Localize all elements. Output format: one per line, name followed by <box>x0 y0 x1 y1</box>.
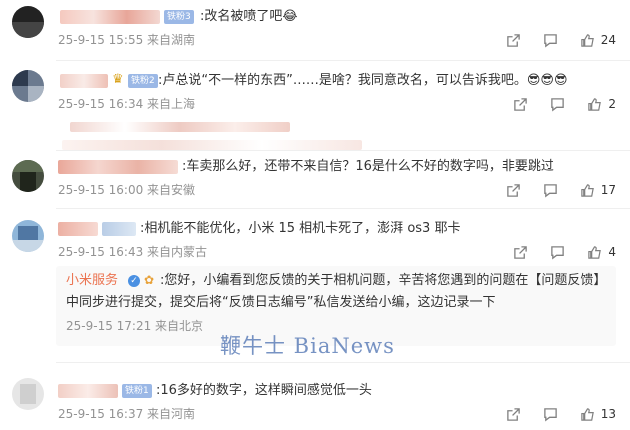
like-count: 4 <box>608 245 616 259</box>
avatar[interactable] <box>12 160 44 192</box>
like-button[interactable]: 17 <box>580 183 616 198</box>
comment-item: ♛ 铁粉2 :卢总说“不一样的东西”……是啥？我同意改名，可以告诉我吧。😎😎😎 … <box>0 60 630 150</box>
comment-text: :相机能不能优化，小米 15 相机卡死了，澎湃 os3 耶卡 <box>140 221 461 236</box>
comment-icon <box>551 245 565 259</box>
username-blurred[interactable] <box>58 384 118 398</box>
comment-item: 铁粉3 :改名被喷了吧😂 25-9-15 15:55 来自湖南 24 <box>0 0 630 60</box>
comment-meta: 25-9-15 15:55 来自湖南 <box>58 33 196 47</box>
like-button[interactable]: 2 <box>587 97 616 112</box>
username-blurred[interactable] <box>60 10 160 24</box>
comment-meta: 25-9-15 16:00 来自安徽 <box>58 183 196 197</box>
username-blurred[interactable] <box>102 222 136 236</box>
reply-author[interactable]: 小米服务 <box>66 272 118 290</box>
share-button[interactable] <box>513 245 528 260</box>
comment-meta: 25-9-15 16:37 来自河南 <box>58 407 196 421</box>
like-count: 13 <box>600 407 616 421</box>
comment-text: :车卖那么好，还带不来自信？16是什么不好的数字吗，非要跳过 <box>182 159 554 174</box>
username-blurred[interactable] <box>60 74 108 88</box>
comment-actions: 2 <box>491 96 616 112</box>
username-blurred[interactable] <box>58 160 178 174</box>
comment-icon <box>543 183 557 197</box>
share-icon <box>514 245 528 259</box>
fan-emblem-icon: ✿ <box>144 273 155 287</box>
comment-meta: 25-9-15 16:34 来自上海 <box>58 97 196 111</box>
comment-icon <box>543 407 557 421</box>
share-button[interactable] <box>513 97 528 112</box>
comment-meta: 25-9-15 16:43 来自内蒙古 <box>58 245 208 259</box>
fan-badge: 铁粉2 <box>128 74 158 88</box>
share-icon <box>506 33 520 47</box>
like-button[interactable]: 13 <box>580 407 616 422</box>
like-icon <box>580 183 594 197</box>
verified-icon: ✓ <box>128 275 140 287</box>
avatar[interactable] <box>12 70 44 102</box>
like-count: 24 <box>600 33 616 47</box>
like-count: 17 <box>600 183 616 197</box>
share-button[interactable] <box>506 407 521 422</box>
share-icon <box>506 407 520 421</box>
comment-actions: 4 <box>491 244 616 260</box>
comment-button[interactable] <box>543 407 558 422</box>
comment-icon <box>543 33 557 47</box>
comment-text: :改名被喷了吧😂 <box>200 9 298 24</box>
like-icon <box>588 245 602 259</box>
share-icon <box>514 97 528 111</box>
comment-actions: 24 <box>484 32 616 48</box>
fan-badge: 铁粉1 <box>122 384 152 398</box>
avatar[interactable] <box>12 220 44 252</box>
fan-badge: 铁粉3 <box>164 10 194 24</box>
comment-item: 铁粉1 :16多好的数字，这样瞬间感觉低一头 25-9-15 16:37 来自河… <box>0 362 630 430</box>
comment-item: :车卖那么好，还带不来自信？16是什么不好的数字吗，非要跳过 25-9-15 1… <box>0 150 630 208</box>
like-count: 2 <box>608 97 616 111</box>
share-button[interactable] <box>506 33 521 48</box>
reply-meta: 25-9-15 17:21 来自北京 <box>66 319 204 333</box>
crown-icon: ♛ <box>112 72 124 87</box>
blurred-reply-preview <box>70 122 290 132</box>
watermark: 鞭牛士 BiaNews <box>220 334 395 358</box>
comment-button[interactable] <box>543 33 558 48</box>
reply-author-name[interactable]: 小米服务 <box>66 273 118 288</box>
share-button[interactable] <box>506 183 521 198</box>
like-icon <box>580 33 594 47</box>
username-blurred[interactable] <box>58 222 98 236</box>
comment-icon <box>551 97 565 111</box>
like-button[interactable]: 4 <box>587 245 616 260</box>
like-icon <box>580 407 594 421</box>
avatar[interactable] <box>12 6 44 38</box>
like-button[interactable]: 24 <box>580 33 616 48</box>
comment-actions: 17 <box>484 182 616 198</box>
like-icon <box>588 97 602 111</box>
blurred-reply-preview <box>62 140 362 150</box>
comment-actions: 13 <box>484 406 616 422</box>
comment-button[interactable] <box>550 97 565 112</box>
comment-text: :卢总说“不一样的东西”……是啥？我同意改名，可以告诉我吧。😎😎😎 <box>158 73 568 88</box>
comment-text: :16多好的数字，这样瞬间感觉低一头 <box>156 383 372 398</box>
comment-button[interactable] <box>550 245 565 260</box>
reply-text-line2: 中同步进行提交，提交后将“反馈日志编号”私信发送给小编，这边记录一下 <box>66 295 496 310</box>
comment-button[interactable] <box>543 183 558 198</box>
reply-text-line1: :您好，小编看到您反馈的关于相机问题，辛苦将您遇到的问题在【问题反馈】 <box>160 273 607 288</box>
share-icon <box>506 183 520 197</box>
avatar[interactable] <box>12 378 44 410</box>
